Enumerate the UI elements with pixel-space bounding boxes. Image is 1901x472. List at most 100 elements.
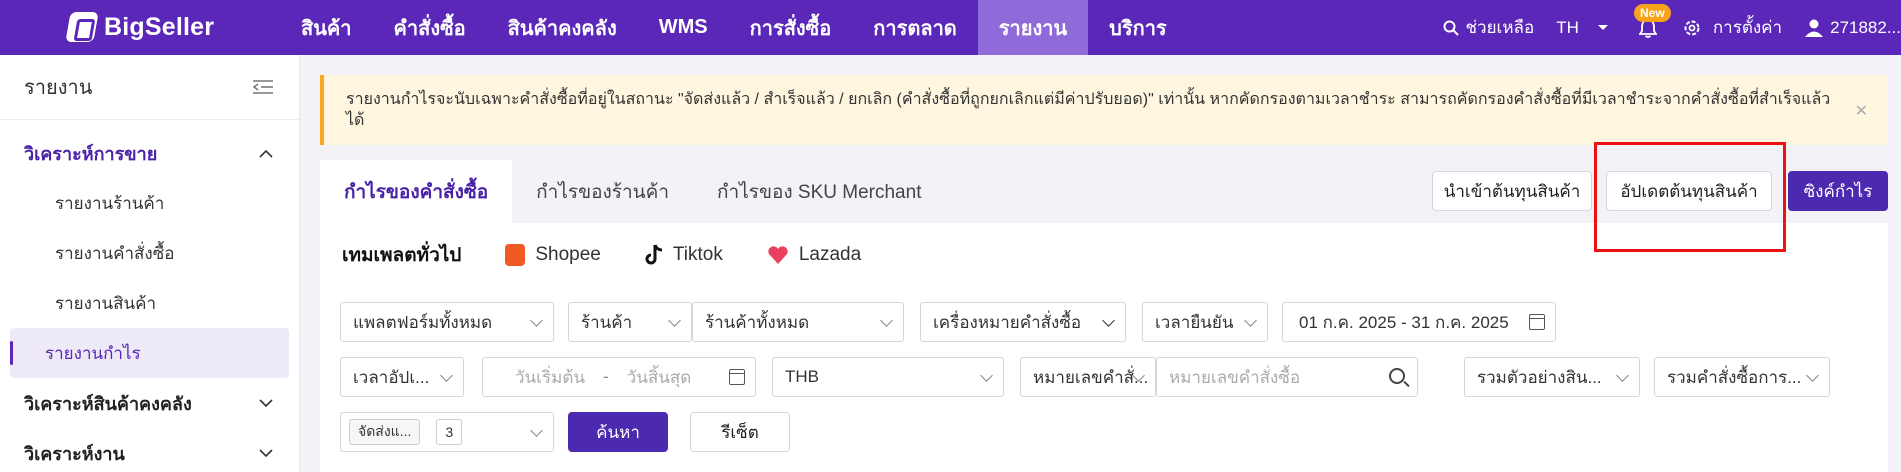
sidebar-group-inventory-analysis[interactable]: วิเคราะห์สินค้าคงคลัง: [0, 378, 299, 428]
subtab-shopee[interactable]: Shopee: [505, 243, 601, 266]
order-mark-value: เครื่องหมายคำสั่งซื้อ: [933, 312, 1082, 332]
search-button[interactable]: ค้นหา: [568, 412, 668, 452]
help-label: ช่วยเหลือ: [1465, 18, 1535, 37]
range-separator: -: [602, 367, 609, 386]
order-number-type-value: หมายเลขคำสั่...: [1033, 367, 1149, 387]
order-number-search-input[interactable]: หมายเลขคำสั่งซื้อ: [1156, 357, 1418, 397]
sidebar-group-sales-analysis[interactable]: วิเคราะห์การขาย: [0, 128, 299, 178]
sidebar-item-profit-report[interactable]: รายงานกำไร: [10, 328, 289, 378]
nav-item-orders[interactable]: คำสั่งซื้อ: [373, 0, 487, 55]
sidebar-group-label: วิเคราะห์งาน: [24, 443, 125, 464]
collapse-menu-icon[interactable]: [253, 79, 273, 95]
import-cost-button[interactable]: นำเข้าต้นทุนสินค้า: [1432, 171, 1592, 211]
lazada-icon: [768, 245, 788, 264]
chevron-down-icon: [1244, 314, 1257, 327]
sidebar-header: รายงาน: [0, 55, 299, 120]
nav-item-inventory[interactable]: สินค้าคงคลัง: [487, 0, 638, 55]
brand-logo[interactable]: BigSeller: [65, 9, 215, 45]
user-menu[interactable]: 271882...: [1804, 18, 1901, 38]
sidebar-group-label: วิเคราะห์การขาย: [24, 143, 158, 164]
update-time-select[interactable]: เวลาอัปเ...: [340, 357, 464, 397]
nav-item-wms[interactable]: WMS: [638, 0, 729, 55]
tab-order-profit[interactable]: กำไรของคำสั่งซื้อ: [320, 160, 513, 223]
chevron-down-icon: [668, 314, 681, 327]
sidebar-title: รายงาน: [24, 77, 93, 99]
help-link[interactable]: ช่วยเหลือ: [1443, 14, 1534, 41]
chevron-down-icon: [1806, 369, 1819, 382]
main-nav: สินค้า คำสั่งซื้อ สินค้าคงคลัง WMS การสั…: [280, 0, 1188, 55]
chevron-down-icon: [1102, 314, 1115, 327]
chevron-down-icon: [1616, 369, 1629, 382]
close-icon[interactable]: ✕: [1855, 101, 1868, 122]
end-date-placeholder: วันสิ้นสุด: [626, 367, 692, 387]
gear-icon: [1684, 20, 1700, 35]
subtab-label: Lazada: [798, 243, 862, 265]
chevron-down-icon: [880, 314, 893, 327]
bigseller-logo-icon: [65, 12, 99, 42]
order-sum-value: รวมคำสั่งซื้อการ...: [1667, 367, 1802, 387]
currency-value: THB: [785, 367, 819, 386]
currency-select[interactable]: THB: [772, 357, 1004, 397]
start-date-placeholder: วันเริ่มต้น: [515, 367, 585, 387]
order-number-placeholder: หมายเลขคำสั่งซื้อ: [1169, 367, 1301, 387]
nav-item-products[interactable]: สินค้า: [280, 0, 373, 55]
store-value: ร้านค้าทั้งหมด: [705, 312, 810, 332]
date-range-input[interactable]: วันเริ่มต้น - วันสิ้นสุด: [482, 357, 756, 397]
chevron-down-icon: [440, 369, 453, 382]
caret-down-icon: [1597, 24, 1608, 30]
sample-sum-select[interactable]: รวมตัวอย่างสิน...: [1464, 357, 1640, 397]
subtab-label: Shopee: [535, 243, 601, 265]
new-badge: New: [1634, 4, 1671, 22]
reset-button[interactable]: รีเซ็ต: [690, 412, 790, 452]
order-mark-select[interactable]: เครื่องหมายคำสั่งซื้อ: [920, 302, 1126, 342]
sidebar-item-order-report[interactable]: รายงานคำสั่งซื้อ: [10, 228, 289, 278]
nav-item-services[interactable]: บริการ: [1088, 0, 1188, 55]
chevron-down-icon: [980, 369, 993, 382]
sidebar: รายงาน วิเคราะห์การขาย รายงานร้านค้า ราย…: [0, 55, 300, 472]
order-sum-select[interactable]: รวมคำสั่งซื้อการ...: [1654, 357, 1830, 397]
highlight-annotation-box: [1594, 142, 1786, 252]
nav-item-reports[interactable]: รายงาน: [977, 0, 1089, 55]
calendar-icon: [1529, 314, 1545, 330]
chevron-down-icon: [259, 398, 273, 407]
sidebar-item-product-report[interactable]: รายงานสินค้า: [10, 278, 289, 328]
tab-sku-profit[interactable]: กำไรของ SKU Merchant: [693, 160, 946, 223]
subtab-general-template[interactable]: เทมเพลตทั่วไป: [342, 240, 461, 270]
update-time-value: เวลาอัปเ...: [353, 367, 430, 387]
status-tag: จัดส่งแ...: [349, 419, 421, 445]
order-number-type-select[interactable]: หมายเลขคำสั่...: [1020, 357, 1156, 397]
sidebar-group-work-analysis[interactable]: วิเคราะห์งาน: [0, 428, 299, 472]
settings-link[interactable]: การตั้งค่า: [1683, 14, 1782, 41]
brand-name: BigSeller: [104, 12, 215, 41]
settings-label: การตั้งค่า: [1712, 18, 1783, 37]
chevron-down-icon: [530, 424, 543, 437]
platform-select[interactable]: แพลตฟอร์มทั้งหมด: [340, 302, 554, 342]
sync-profit-button[interactable]: ซิงค์กำไร: [1788, 171, 1888, 211]
search-icon[interactable]: [1389, 368, 1405, 384]
user-id: 271882...: [1830, 17, 1901, 37]
nav-item-purchasing[interactable]: การสั่งซื้อ: [729, 0, 853, 55]
store-select[interactable]: ร้านค้าทั้งหมด: [692, 302, 904, 342]
chevron-up-icon: [259, 149, 273, 158]
status-count-tag: 3: [436, 419, 463, 445]
language-label: TH: [1556, 17, 1579, 37]
tab-store-profit[interactable]: กำไรของร้านค้า: [512, 160, 694, 223]
time-type-select[interactable]: เวลายืนยัน: [1142, 302, 1268, 342]
subtab-lazada[interactable]: Lazada: [767, 244, 861, 266]
order-status-select[interactable]: จัดส่งแ... 3: [340, 412, 554, 452]
chevron-down-icon: [530, 314, 543, 327]
platform-value: แพลตฟอร์มทั้งหมด: [353, 312, 493, 332]
notice-text: รายงานกำไรจะนับเฉพาะคำสั่งซื้อที่อยู่ในส…: [346, 91, 1831, 129]
store-label: ร้านค้า: [581, 312, 633, 332]
store-type-select[interactable]: ร้านค้า: [568, 302, 692, 342]
subtab-label: เทมเพลตทั่วไป: [342, 244, 462, 266]
date-range-value: 01 ก.ค. 2025 - 31 ก.ค. 2025: [1299, 312, 1509, 332]
subtab-tiktok[interactable]: Tiktok: [645, 244, 723, 266]
nav-item-marketing[interactable]: การตลาด: [852, 0, 978, 55]
calendar-icon: [729, 369, 745, 385]
subtab-label: Tiktok: [672, 243, 723, 265]
date-range-picker[interactable]: 01 ก.ค. 2025 - 31 ก.ค. 2025: [1282, 302, 1556, 342]
language-select[interactable]: TH: [1556, 18, 1609, 38]
sidebar-item-store-report[interactable]: รายงานร้านค้า: [10, 178, 289, 228]
sidebar-group-label: วิเคราะห์สินค้าคงคลัง: [24, 393, 192, 414]
